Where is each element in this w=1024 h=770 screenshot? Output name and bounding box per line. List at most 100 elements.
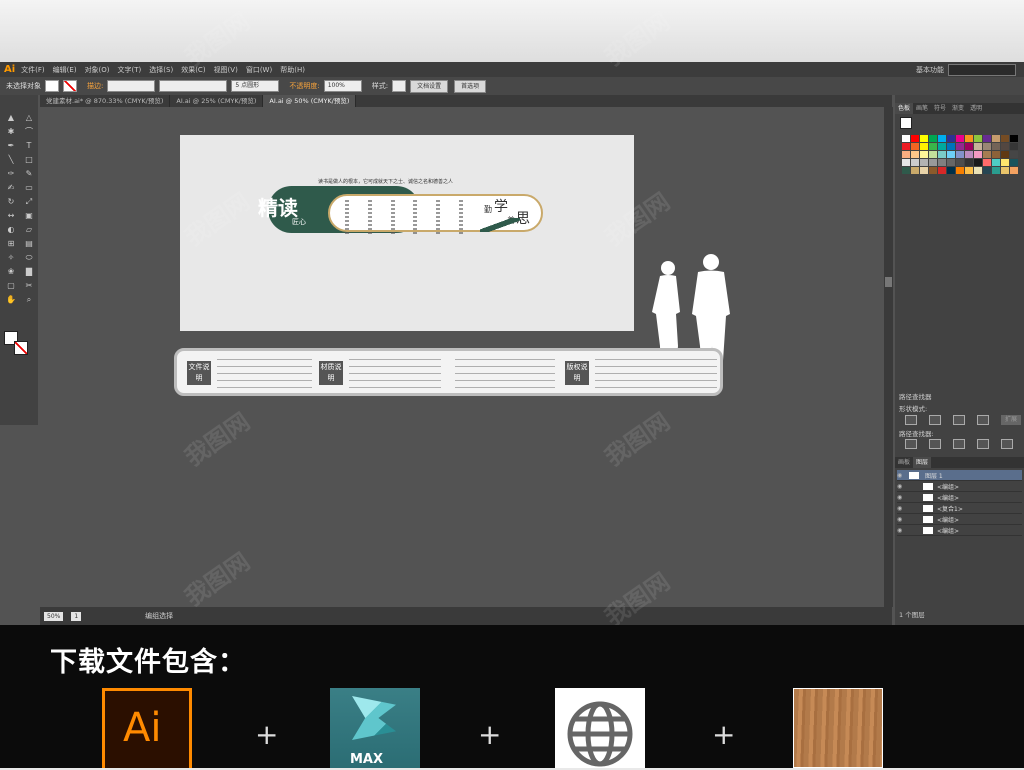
tab-artboards[interactable]: 画板 bbox=[895, 457, 913, 468]
color-swatch[interactable] bbox=[929, 167, 937, 174]
color-swatch[interactable] bbox=[920, 151, 928, 158]
layer-row[interactable]: ◉ <编组> bbox=[897, 481, 1022, 492]
perspective-icon[interactable]: ▱ bbox=[22, 225, 36, 235]
document-setup-button[interactable]: 文档设置 bbox=[410, 79, 449, 93]
color-swatch[interactable] bbox=[902, 167, 910, 174]
color-swatch[interactable] bbox=[911, 135, 919, 142]
color-swatch[interactable] bbox=[965, 159, 973, 166]
tab-document-3[interactable]: AI.ai @ 50% (CMYK/预览) bbox=[263, 95, 357, 107]
zoom-tool-icon[interactable]: ⌕ bbox=[22, 295, 36, 305]
color-swatch[interactable] bbox=[947, 167, 955, 174]
color-swatch[interactable] bbox=[947, 151, 955, 158]
color-swatch[interactable] bbox=[983, 135, 991, 142]
workspace-switcher[interactable]: 基本功能 bbox=[916, 65, 944, 75]
outline-button[interactable] bbox=[1001, 439, 1013, 449]
color-swatch[interactable] bbox=[920, 135, 928, 142]
rotate-tool-icon[interactable]: ↻ bbox=[4, 197, 18, 207]
color-swatch[interactable] bbox=[1001, 151, 1009, 158]
color-swatch[interactable] bbox=[920, 167, 928, 174]
color-swatch[interactable] bbox=[956, 143, 964, 150]
tab-symbols[interactable]: 符号 bbox=[931, 103, 949, 114]
menu-object[interactable]: 对象(O) bbox=[85, 65, 110, 75]
blob-brush-icon[interactable]: ✍ bbox=[4, 183, 18, 193]
minus-front-button[interactable] bbox=[929, 415, 941, 425]
exclude-button[interactable] bbox=[977, 415, 989, 425]
color-swatch[interactable] bbox=[1010, 151, 1018, 158]
tab-swatches[interactable]: 色板 bbox=[895, 103, 914, 114]
color-swatch[interactable] bbox=[956, 159, 964, 166]
color-swatch[interactable] bbox=[965, 135, 973, 142]
tab-document-1[interactable]: 党建素材.ai* @ 870.33% (CMYK/预览) bbox=[40, 95, 171, 107]
visibility-eye-icon[interactable]: ◉ bbox=[897, 483, 905, 490]
selection-tool-icon[interactable]: ▲ bbox=[4, 113, 18, 123]
crop-button[interactable] bbox=[977, 439, 989, 449]
stroke-swatch[interactable] bbox=[63, 80, 77, 92]
color-swatch[interactable] bbox=[965, 167, 973, 174]
stroke-profile-field[interactable] bbox=[159, 80, 228, 92]
artboard-number-field[interactable]: 1 bbox=[71, 611, 82, 621]
color-swatch[interactable] bbox=[956, 167, 964, 174]
color-swatch[interactable] bbox=[1001, 135, 1009, 142]
color-swatch[interactable] bbox=[938, 135, 946, 142]
menu-select[interactable]: 选择(S) bbox=[149, 65, 173, 75]
zoom-field[interactable]: 50% bbox=[44, 611, 64, 621]
color-swatch[interactable] bbox=[947, 159, 955, 166]
color-swatch[interactable] bbox=[992, 151, 1000, 158]
brush-field[interactable]: 5 点圆形 bbox=[231, 80, 280, 92]
menu-file[interactable]: 文件(F) bbox=[21, 65, 45, 75]
menu-type[interactable]: 文字(T) bbox=[118, 65, 142, 75]
visibility-eye-icon[interactable]: ◉ bbox=[897, 516, 905, 523]
color-swatch[interactable] bbox=[983, 159, 991, 166]
color-swatch[interactable] bbox=[938, 159, 946, 166]
free-transform-icon[interactable]: ▣ bbox=[22, 211, 36, 221]
color-swatch[interactable] bbox=[929, 143, 937, 150]
eyedropper-icon[interactable]: ✧ bbox=[4, 253, 18, 263]
vertical-scrollbar[interactable] bbox=[884, 107, 893, 607]
color-swatch[interactable] bbox=[938, 151, 946, 158]
graph-tool-icon[interactable]: ▇ bbox=[22, 267, 36, 277]
type-tool-icon[interactable]: T bbox=[22, 141, 36, 151]
symbol-sprayer-icon[interactable]: ❀ bbox=[4, 267, 18, 277]
tab-transparency[interactable]: 透明 bbox=[967, 103, 985, 114]
color-swatch[interactable] bbox=[929, 135, 937, 142]
unite-button[interactable] bbox=[905, 415, 917, 425]
color-swatch[interactable] bbox=[965, 143, 973, 150]
opacity-label[interactable]: 不透明度: bbox=[289, 81, 319, 91]
color-swatch[interactable] bbox=[902, 159, 910, 166]
expand-button[interactable]: 扩展 bbox=[1001, 415, 1022, 425]
line-tool-icon[interactable]: ╲ bbox=[4, 155, 18, 165]
swatch-fill-preview[interactable] bbox=[900, 117, 912, 129]
color-swatch[interactable] bbox=[974, 167, 982, 174]
layer-row[interactable]: ◉ 图层 1 bbox=[897, 470, 1022, 481]
color-swatch[interactable] bbox=[956, 151, 964, 158]
lasso-icon[interactable]: ⌒ bbox=[22, 127, 36, 137]
color-swatch[interactable] bbox=[911, 151, 919, 158]
color-swatch[interactable] bbox=[965, 151, 973, 158]
style-swatch[interactable] bbox=[392, 80, 407, 92]
color-swatch[interactable] bbox=[947, 135, 955, 142]
mesh-tool-icon[interactable]: ⊞ bbox=[4, 239, 18, 249]
menu-help[interactable]: 帮助(H) bbox=[280, 65, 305, 75]
tab-document-2[interactable]: AI.ai @ 25% (CMYK/预览) bbox=[170, 95, 264, 107]
color-swatch[interactable] bbox=[947, 143, 955, 150]
opacity-field[interactable]: 100% bbox=[323, 80, 362, 92]
color-swatch[interactable] bbox=[938, 143, 946, 150]
color-swatch[interactable] bbox=[974, 143, 982, 150]
tab-layers[interactable]: 图层 bbox=[913, 457, 932, 468]
menu-edit[interactable]: 编辑(E) bbox=[53, 65, 77, 75]
hand-tool-icon[interactable]: ✋ bbox=[4, 295, 18, 305]
rectangle-tool-icon[interactable]: □ bbox=[22, 155, 36, 165]
direct-selection-tool-icon[interactable]: △ bbox=[22, 113, 36, 123]
color-swatch[interactable] bbox=[992, 135, 1000, 142]
scrollbar-thumb[interactable] bbox=[885, 277, 892, 287]
scale-tool-icon[interactable]: ⤢ bbox=[22, 197, 36, 207]
color-swatch[interactable] bbox=[902, 143, 910, 150]
pencil-tool-icon[interactable]: ✎ bbox=[22, 169, 36, 179]
color-swatch[interactable] bbox=[1001, 159, 1009, 166]
color-swatch[interactable] bbox=[1010, 167, 1018, 174]
magic-wand-icon[interactable]: ✱ bbox=[4, 127, 18, 137]
color-swatch[interactable] bbox=[956, 135, 964, 142]
legend-panel[interactable]: 文件说明 材质说明 版权说明 bbox=[174, 348, 723, 396]
menu-view[interactable]: 视图(V) bbox=[214, 65, 238, 75]
blend-tool-icon[interactable]: ⬭ bbox=[22, 253, 36, 263]
